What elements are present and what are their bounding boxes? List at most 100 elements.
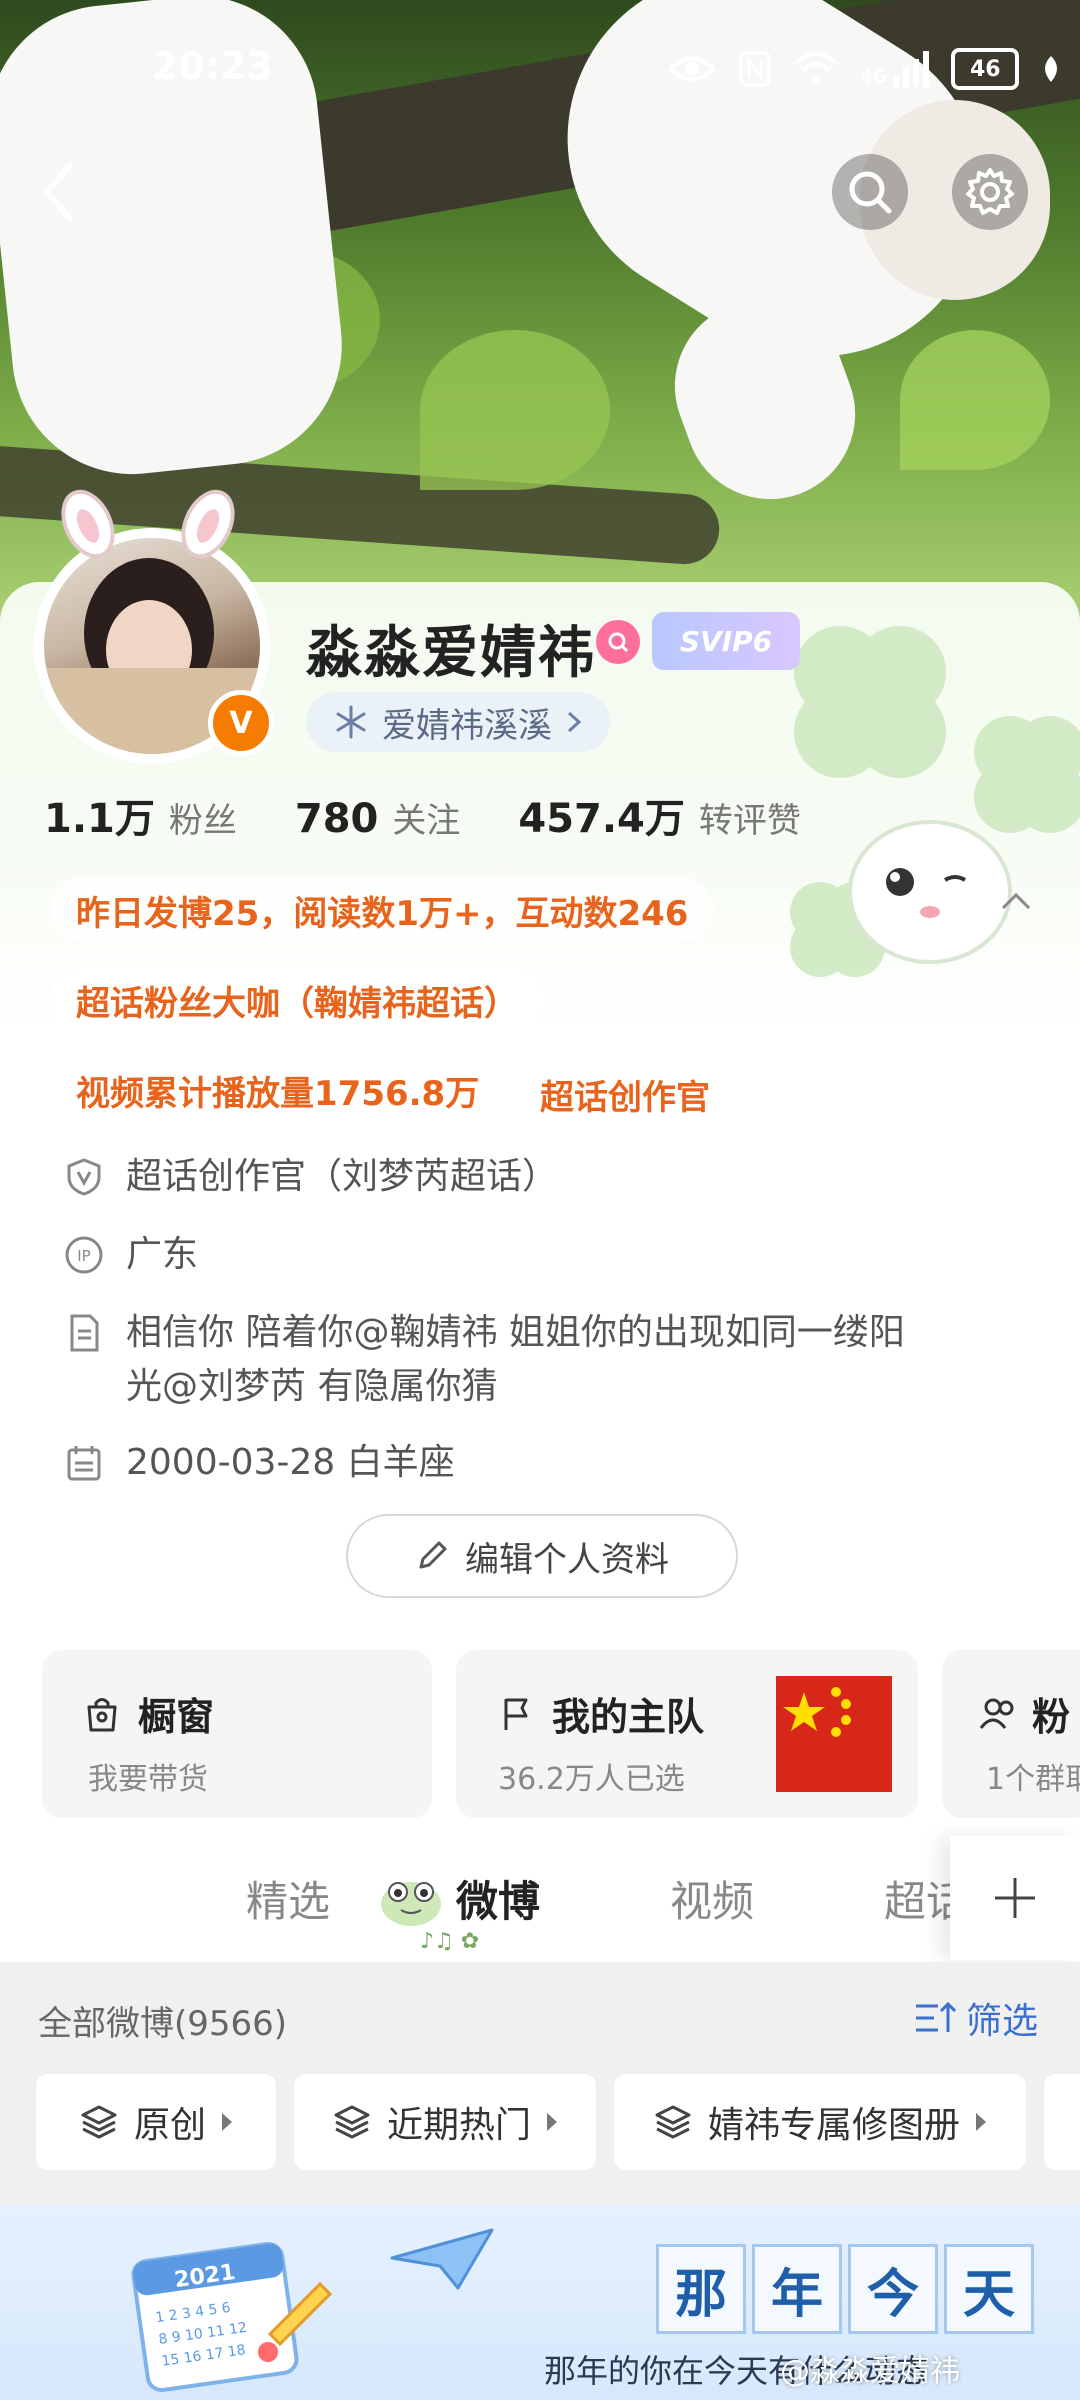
bio-row: 相信你 陪着你@鞠婧祎 姐姐你的出现如同一缕阳 光@刘梦芮 有隐属你猜 [64,1306,1024,1414]
super-fan-highlight[interactable]: 超话粉丝大咖（鞠婧祎超话） [50,968,544,1032]
daily-activity-text: 昨日发博25，阅读数1万+，互动数246 [76,893,689,934]
post-count-label: 全部微博(9566) [38,2004,288,2044]
eye-icon [668,56,716,82]
birthday-row: 2000-03-28 白羊座 [64,1436,455,1490]
status-time: 20:23 [152,44,273,88]
filter-sort-icon [916,2001,956,2032]
battery-icon: 46 [951,48,1020,90]
edit-profile-button[interactable]: 编辑个人资料 [346,1514,738,1598]
following-count[interactable]: 780 [295,796,379,842]
pencil-icon [419,1541,447,1569]
document-icon [70,1314,99,1352]
home-team-card[interactable]: 我的主队 36.2万人已选 [456,1650,918,1818]
back-button[interactable] [20,154,96,230]
calendar-icon [67,1446,101,1481]
daily-activity-highlight[interactable]: 昨日发博25，阅读数1万+，互动数246 [50,878,715,942]
flag-icon [504,1698,528,1730]
group-people-icon [979,1698,1014,1729]
tab-video[interactable]: 视频 [670,1868,754,1929]
signal-icon: 4G [860,51,930,87]
edit-profile-label: 编辑个人资料 [465,1539,669,1580]
followers-count[interactable]: 1.1万 [44,786,155,844]
interactions-count[interactable]: 457.4万 [518,786,685,844]
leaf-eco-icon [1045,56,1058,82]
chip-photo-album[interactable]: 婧祎专属修图册 [614,2074,1026,2170]
memory-title-char: 年 [752,2244,842,2334]
music-notes-decoration-icon: ♪♫ ✿ [420,1929,479,1954]
search-ring-icon [608,632,629,653]
chevron-right-icon [567,711,582,733]
network-type: 4G [860,66,888,87]
svg-text:♪♫ ✿: ♪♫ ✿ [420,1929,479,1954]
birthday-text: 2000-03-28 白羊座 [126,1442,455,1483]
wifi-icon [794,52,838,84]
profile-stats: 1.1万 粉丝 780 关注 457.4万 转评赞 [44,786,845,844]
shield-icon [67,1158,101,1196]
layers-icon [655,2105,691,2139]
plus-icon [995,1878,1035,1918]
home-team-subtitle: 36.2万人已选 [498,1762,685,1797]
status-bar: 20:23 [152,44,273,88]
bunny-ears-frame-icon [61,489,235,559]
leaf [900,330,1050,470]
chip-recent-hot[interactable]: 近期热门 [294,2074,596,2170]
nfc-icon [739,51,771,87]
china-flag-image [776,1676,892,1792]
svip-badge[interactable]: SVIP6 [652,612,800,670]
fan-group-card-title: 粉 [1032,1695,1071,1739]
tab-weibo[interactable]: 微博 [456,1868,540,1929]
interactions-label[interactable]: 转评赞 [699,793,801,842]
leaf [420,330,610,490]
chip-caret-icon [547,2113,557,2131]
settings-button[interactable] [952,154,1028,230]
gear-icon [966,168,1014,215]
shop-window-card[interactable]: 橱窗 我要带货 [42,1650,432,1818]
bio-line-1: 相信你 陪着你@鞠婧祎 姐姐你的出现如同一缕阳 [126,1312,905,1353]
layers-icon [334,2105,370,2139]
super-fan-text: 超话粉丝大咖（鞠婧祎超话） [76,983,518,1024]
shop-window-title: 橱窗 [138,1695,215,1739]
profile-name: 淼淼爱婧祎 [306,621,596,686]
search-icon [849,171,892,214]
home-team-title: 我的主队 [552,1695,705,1739]
svg-text:IP: IP [77,1247,90,1265]
search-button[interactable] [832,154,908,230]
shop-window-subtitle: 我要带货 [88,1762,208,1797]
memory-title-char: 今 [848,2244,938,2334]
memory-title-char: 天 [944,2244,1034,2334]
add-tab-button[interactable] [950,1836,1080,1960]
bio-line-2: 光@刘梦芮 有隐属你猜 [126,1366,498,1407]
chip-more[interactable] [1044,2074,1080,2170]
battery-level: 46 [951,48,1020,90]
followers-label[interactable]: 粉丝 [169,793,237,842]
fan-group-card[interactable]: 粉 1个群耶 [942,1650,1080,1818]
status-icons: 4G 46 [668,48,1061,90]
memory-title-char: 那 [656,2244,746,2334]
shopping-bag-icon [87,1697,117,1731]
layers-icon [81,2105,117,2139]
video-plays-highlight[interactable]: 视频累计播放量1756.8万 [50,1058,505,1122]
ip-location-row: IP 广东 [64,1228,198,1282]
cartoon-dog-sticker [848,820,1012,964]
following-label[interactable]: 关注 [392,793,460,842]
verified-badge[interactable]: V [208,690,274,756]
chip-caret-icon [976,2113,986,2131]
chip-recent-hot-label: 近期热门 [386,2105,531,2146]
snowflake-icon [336,705,366,739]
collapse-chevron-icon[interactable] [1000,890,1032,912]
chip-photo-album-label: 婧祎专属修图册 [707,2105,960,2146]
super-topic-badge[interactable] [596,620,640,664]
fan-group-name: 爱婧祎溪溪 [382,705,552,746]
verification-text: 超话创作官（刘梦芮超话） [126,1156,559,1197]
video-plays-text: 视频累计播放量1756.8万 [76,1073,480,1114]
ip-icon: IP [65,1236,103,1274]
filter-label: 筛选 [966,2001,1039,2042]
back-arrow-icon [43,163,73,221]
creator-highlight[interactable]: 超话创作官 [540,1070,710,1119]
fan-group-card-subtitle: 1个群耶 [986,1762,1080,1797]
fan-group-pill[interactable]: 爱婧祎溪溪 [306,692,610,752]
verification-row: 超话创作官（刘梦芮超话） [64,1150,558,1204]
filter-button[interactable]: 筛选 [914,1992,1038,2044]
tab-featured[interactable]: 精选 [246,1868,330,1929]
chip-original[interactable]: 原创 [36,2074,276,2170]
